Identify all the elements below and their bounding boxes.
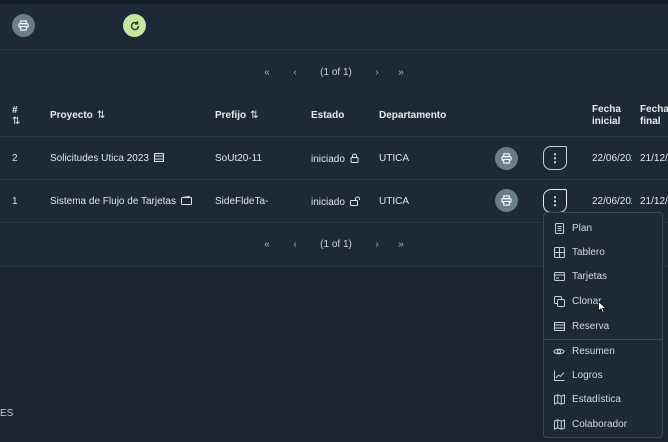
column-number[interactable]: # ⇅ xyxy=(12,105,20,127)
project-prefix: SoUt20-11 xyxy=(215,153,263,164)
refresh-button[interactable] xyxy=(123,14,146,37)
list-icon xyxy=(153,153,164,162)
toolbar xyxy=(0,4,668,50)
grid-icon xyxy=(553,246,565,258)
refresh-icon xyxy=(130,20,139,30)
row-actions-button[interactable]: ⋮ xyxy=(543,146,567,170)
row-actions-button[interactable]: ⋮ xyxy=(543,189,567,213)
project-prefix: SideFldeTa- xyxy=(215,196,269,207)
pagination-top: « ‹ (1 of 1) › » xyxy=(0,50,668,94)
prev-page-button[interactable]: ‹ xyxy=(283,239,307,250)
first-page-button[interactable]: « xyxy=(255,67,279,78)
row-divider xyxy=(0,136,668,137)
page-info: (1 of 1) xyxy=(320,238,352,250)
lock-closed-icon xyxy=(350,153,359,163)
last-page-button[interactable]: » xyxy=(389,239,413,250)
column-proyecto[interactable]: Proyecto ⇅ xyxy=(50,110,105,121)
page-info: (1 of 1) xyxy=(320,66,352,78)
menu-item-tarjetas[interactable]: Tarjetas xyxy=(544,264,662,288)
sort-icon[interactable]: ⇅ xyxy=(12,116,20,127)
project-department: UTICA xyxy=(379,196,409,207)
eye-icon xyxy=(553,345,565,357)
row-print-button[interactable] xyxy=(495,147,518,170)
print-button[interactable] xyxy=(12,14,35,37)
project-status: iniciado xyxy=(311,153,359,165)
document-icon xyxy=(553,222,565,234)
printer-icon xyxy=(501,195,512,206)
kebab-icon: ⋮ xyxy=(549,151,561,165)
row-divider xyxy=(0,179,668,180)
kebab-icon: ⋮ xyxy=(549,194,561,208)
map-icon xyxy=(553,418,565,430)
project-name[interactable]: Sistema de Flujo de Tarjetas xyxy=(50,195,192,207)
sort-icon[interactable]: ⇅ xyxy=(97,110,105,121)
menu-item-resumen[interactable]: Resumen xyxy=(544,339,662,363)
menu-item-logros[interactable]: Logros xyxy=(544,363,662,387)
column-fecha-final: Fecha final xyxy=(640,104,668,127)
column-estado: Estado xyxy=(311,110,345,121)
lock-open-icon xyxy=(349,196,360,206)
copy-icon xyxy=(553,295,565,307)
language-indicator[interactable]: ES xyxy=(0,408,13,419)
row-print-button[interactable] xyxy=(495,189,518,212)
column-fecha-inicial: Fecha inicial xyxy=(592,104,621,127)
chart-line-icon xyxy=(553,369,565,381)
card-icon xyxy=(553,270,565,282)
menu-item-reserva[interactable]: Reserva xyxy=(544,314,662,338)
next-page-button[interactable]: › xyxy=(365,67,389,78)
last-page-button[interactable]: » xyxy=(389,67,413,78)
printer-icon xyxy=(501,153,512,164)
start-date: 22/06/2023 xyxy=(592,153,632,164)
project-name[interactable]: Solicitudes Utica 2023 xyxy=(50,153,164,164)
list-icon xyxy=(553,320,565,332)
sort-icon[interactable]: ⇅ xyxy=(250,110,258,121)
row-number: 2 xyxy=(12,153,18,164)
row-actions-menu: Plan Tablero Tarjetas Clonar Reserva Res… xyxy=(543,212,663,438)
project-status: iniciado xyxy=(311,196,360,208)
printer-icon xyxy=(18,20,29,31)
column-prefijo[interactable]: Prefijo ⇅ xyxy=(215,110,259,121)
map-icon xyxy=(553,393,565,405)
column-departamento: Departamento xyxy=(379,110,447,121)
menu-item-estadistica[interactable]: Estadística xyxy=(544,387,662,411)
row-number: 1 xyxy=(12,196,18,207)
menu-item-colaborador[interactable]: Colaborador xyxy=(544,412,662,436)
menu-item-tablero[interactable]: Tablero xyxy=(544,240,662,264)
project-department: UTICA xyxy=(379,153,409,164)
next-page-button[interactable]: › xyxy=(365,239,389,250)
prev-page-button[interactable]: ‹ xyxy=(283,67,307,78)
wallet-icon xyxy=(180,195,192,205)
start-date: 22/06/2023 xyxy=(592,196,632,207)
first-page-button[interactable]: « xyxy=(255,239,279,250)
mouse-cursor-icon xyxy=(598,301,607,314)
end-date: 21/12/2023 xyxy=(640,153,668,164)
menu-item-plan[interactable]: Plan xyxy=(544,216,662,240)
end-date: 21/12/2023 xyxy=(640,196,668,207)
